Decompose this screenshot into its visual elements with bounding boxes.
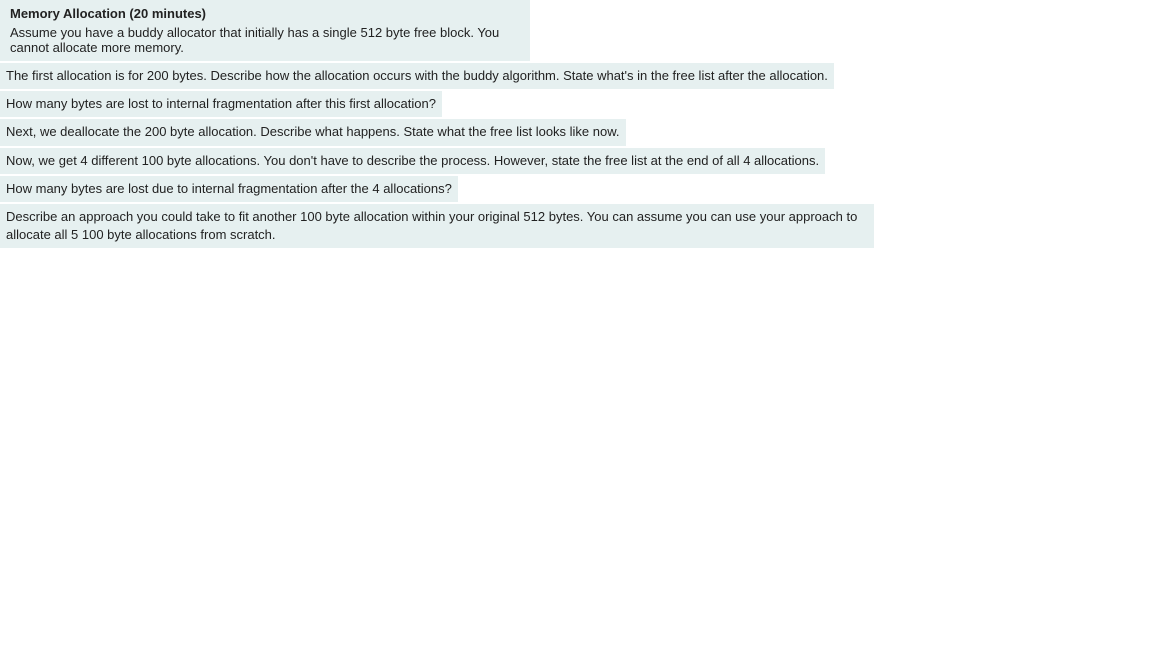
section-description: Assume you have a buddy allocator that i… [0,25,530,55]
question-5: How many bytes are lost due to internal … [0,176,458,202]
question-3: Next, we deallocate the 200 byte allocat… [0,119,626,145]
header-block: Memory Allocation (20 minutes) Assume yo… [0,0,530,61]
section-title: Memory Allocation (20 minutes) [0,4,530,25]
question-4: Now, we get 4 different 100 byte allocat… [0,148,825,174]
question-2: How many bytes are lost to internal frag… [0,91,442,117]
question-1: The first allocation is for 200 bytes. D… [0,63,834,89]
question-6: Describe an approach you could take to f… [0,204,874,248]
